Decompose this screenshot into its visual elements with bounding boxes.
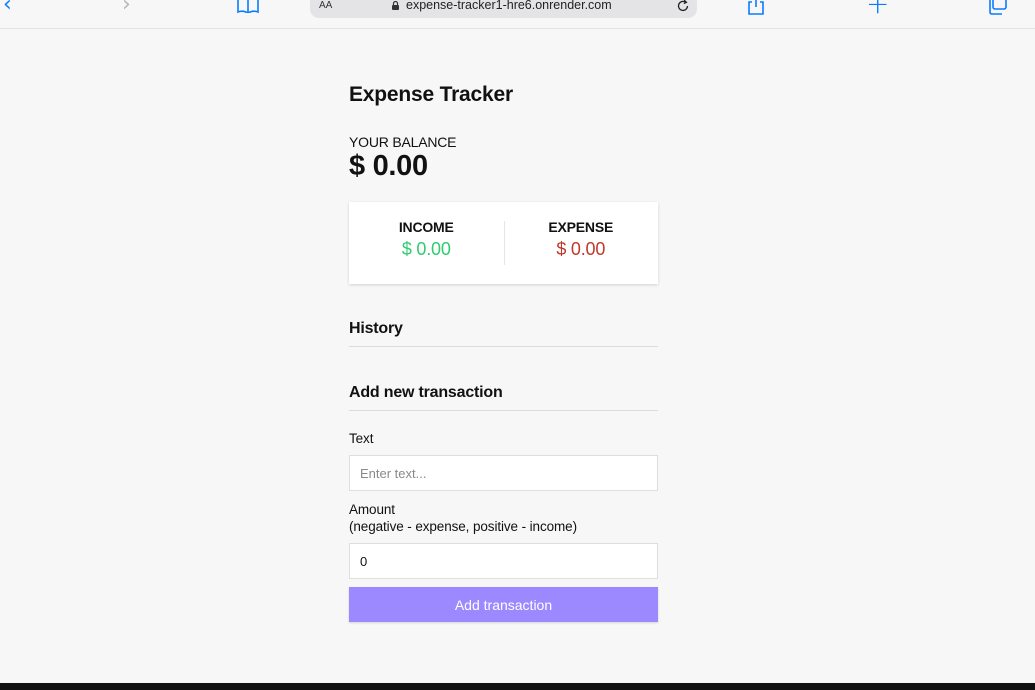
browser-toolbar: ‹ › AA expense-tracker1-hre6.onrender.co… [0,0,1035,29]
income-expense-card: INCOME $ 0.00 EXPENSE $ 0.00 [349,202,658,284]
amount-hint: (negative - expense, positive - income) [349,519,577,534]
bottom-edge [0,683,1035,690]
balance-value: $ 0.00 [349,150,428,182]
expense-label: EXPENSE [548,219,614,235]
chevron-left-icon[interactable]: ‹ [3,0,12,16]
text-input[interactable] [349,455,658,491]
income-label: INCOME [398,219,454,235]
amount-label: Amount [349,502,395,517]
income-value: $ 0.00 [401,239,451,259]
address-bar[interactable]: AA expense-tracker1-hre6.onrender.com [310,0,697,18]
amount-field-label: Amount (negative - expense, positive - i… [349,501,577,535]
url-text: expense-tracker1-hre6.onrender.com [406,0,612,12]
add-transaction-button[interactable]: Add transaction [349,587,658,622]
balance-label: YOUR BALANCE [349,134,457,150]
expense-value: $ 0.00 [556,239,606,259]
add-transaction-heading: Add new transaction [349,384,658,411]
app-title: Expense Tracker [349,83,513,106]
text-size-button[interactable]: AA [319,0,332,11]
plus-icon[interactable]: + [866,0,889,18]
book-icon[interactable] [237,0,259,13]
tabs-icon[interactable] [986,0,1008,15]
text-field-label: Text [349,431,374,446]
amount-input[interactable] [349,543,658,579]
share-icon[interactable] [746,0,766,15]
lock-icon [392,1,399,10]
page: ‹ › AA expense-tracker1-hre6.onrender.co… [0,0,1035,690]
history-heading: History [349,320,658,347]
income-panel: INCOME $ 0.00 [349,202,504,284]
expense-panel: EXPENSE $ 0.00 [503,202,659,284]
chevron-right-icon[interactable]: › [122,0,131,16]
reload-icon[interactable] [676,0,690,13]
